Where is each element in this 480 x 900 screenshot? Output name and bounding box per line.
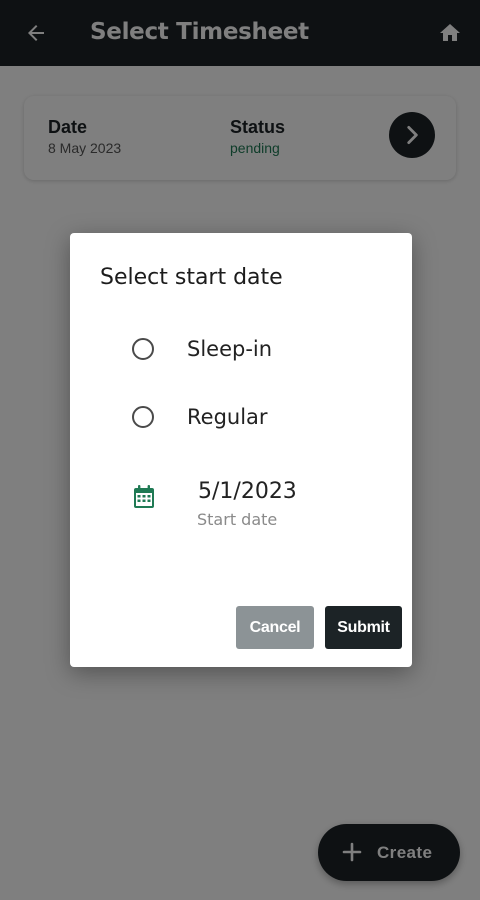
start-date-hint: Start date	[197, 510, 278, 529]
submit-button[interactable]: Submit	[325, 606, 402, 649]
option-regular[interactable]: Regular	[120, 396, 380, 440]
calendar-icon[interactable]	[132, 484, 156, 510]
start-date-value[interactable]: 5/1/2023	[198, 479, 297, 504]
select-start-date-dialog: Select start date Sleep-in Regular 5/1/2…	[70, 233, 412, 667]
radio-regular[interactable]	[132, 406, 154, 428]
option-label: Sleep-in	[187, 337, 273, 361]
cancel-button[interactable]: Cancel	[236, 606, 314, 649]
option-label: Regular	[187, 405, 268, 429]
option-sleep-in[interactable]: Sleep-in	[120, 328, 380, 372]
dialog-title: Select start date	[100, 265, 283, 290]
radio-sleep-in[interactable]	[132, 338, 154, 360]
